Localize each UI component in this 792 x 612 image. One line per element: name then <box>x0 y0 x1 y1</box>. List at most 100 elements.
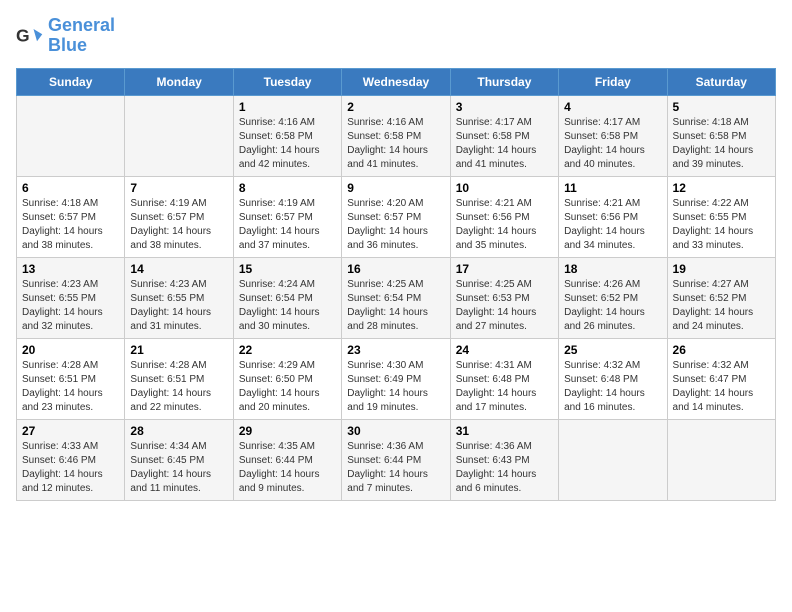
day-number: 24 <box>456 343 553 357</box>
calendar-cell <box>667 419 775 500</box>
cell-content: Sunrise: 4:30 AM Sunset: 6:49 PM Dayligh… <box>347 359 444 415</box>
day-number: 17 <box>456 262 553 276</box>
day-number: 20 <box>22 343 119 357</box>
calendar-cell: 2Sunrise: 4:16 AM Sunset: 6:58 PM Daylig… <box>342 95 450 176</box>
calendar-cell: 28 Sunrise: 4:34 AM Sunset: 6:45 PM Dayli… <box>125 419 233 500</box>
day-number: 23 <box>347 343 444 357</box>
cell-content: Sunrise: 4:18 AM Sunset: 6:57 PM Dayligh… <box>22 197 119 253</box>
cell-content: Sunrise: 4:26 AM Sunset: 6:52 PM Dayligh… <box>564 278 661 334</box>
cell-content: Sunrise: 4:19 AM Sunset: 6:57 PM Dayligh… <box>239 197 336 253</box>
day-number: 13 <box>22 262 119 276</box>
calendar-cell: 18 Sunrise: 4:26 AM Sunset: 6:52 PM Dayli… <box>559 257 667 338</box>
calendar-week-row: 1 Sunrise: 4:16 AM Sunset: 6:58 PM Daylig… <box>17 95 776 176</box>
day-number: 22 <box>239 343 336 357</box>
day-number: 4 <box>564 100 661 114</box>
cell-content: Sunrise: 4:25 AM Sunset: 6:53 PM Dayligh… <box>456 278 553 334</box>
calendar-cell: 20 Sunrise: 4:28 AM Sunset: 6:51 PM Dayli… <box>17 338 125 419</box>
cell-content: Sunrise: 4:25 AM Sunset: 6:54 PM Dayligh… <box>347 278 444 334</box>
calendar-cell: 26Sunrise: 4:32 AM Sunset: 6:47 PM Dayli… <box>667 338 775 419</box>
calendar-cell: 12Sunrise: 4:22 AM Sunset: 6:55 PM Dayli… <box>667 176 775 257</box>
day-number: 28 <box>130 424 227 438</box>
day-number: 14 <box>130 262 227 276</box>
day-number: 1 <box>239 100 336 114</box>
weekday-header-row: SundayMondayTuesdayWednesdayThursdayFrid… <box>17 68 776 95</box>
calendar-cell: 5Sunrise: 4:18 AM Sunset: 6:58 PM Daylig… <box>667 95 775 176</box>
cell-content: Sunrise: 4:29 AM Sunset: 6:50 PM Dayligh… <box>239 359 336 415</box>
calendar-cell: 22 Sunrise: 4:29 AM Sunset: 6:50 PM Dayli… <box>233 338 341 419</box>
svg-text:G: G <box>16 25 30 45</box>
calendar-cell: 1 Sunrise: 4:16 AM Sunset: 6:58 PM Daylig… <box>233 95 341 176</box>
cell-content: Sunrise: 4:28 AM Sunset: 6:51 PM Dayligh… <box>130 359 227 415</box>
cell-content: Sunrise: 4:36 AM Sunset: 6:43 PM Dayligh… <box>456 440 553 496</box>
cell-content: Sunrise: 4:19 AM Sunset: 6:57 PM Dayligh… <box>130 197 227 253</box>
calendar-cell: 27Sunrise: 4:33 AM Sunset: 6:46 PM Dayli… <box>17 419 125 500</box>
weekday-header-saturday: Saturday <box>667 68 775 95</box>
calendar-week-row: 6 Sunrise: 4:18 AM Sunset: 6:57 PM Daylig… <box>17 176 776 257</box>
logo-icon: G <box>16 22 44 50</box>
calendar-cell: 29 Sunrise: 4:35 AM Sunset: 6:44 PM Dayli… <box>233 419 341 500</box>
day-number: 18 <box>564 262 661 276</box>
day-number: 29 <box>239 424 336 438</box>
weekday-header-monday: Monday <box>125 68 233 95</box>
day-number: 3 <box>456 100 553 114</box>
day-number: 30 <box>347 424 444 438</box>
calendar-cell: 19 Sunrise: 4:27 AM Sunset: 6:52 PM Dayli… <box>667 257 775 338</box>
cell-content: Sunrise: 4:27 AM Sunset: 6:52 PM Dayligh… <box>673 278 770 334</box>
cell-content: Sunrise: 4:32 AM Sunset: 6:48 PM Dayligh… <box>564 359 661 415</box>
cell-content: Sunrise: 4:35 AM Sunset: 6:44 PM Dayligh… <box>239 440 336 496</box>
day-number: 5 <box>673 100 770 114</box>
calendar-week-row: 20 Sunrise: 4:28 AM Sunset: 6:51 PM Dayli… <box>17 338 776 419</box>
calendar-cell <box>559 419 667 500</box>
logo-text: General Blue <box>48 16 115 56</box>
weekday-header-friday: Friday <box>559 68 667 95</box>
day-number: 12 <box>673 181 770 195</box>
day-number: 11 <box>564 181 661 195</box>
day-number: 21 <box>130 343 227 357</box>
day-number: 26 <box>673 343 770 357</box>
cell-content: Sunrise: 4:23 AM Sunset: 6:55 PM Dayligh… <box>22 278 119 334</box>
logo: G General Blue <box>16 16 115 56</box>
calendar-cell: 8 Sunrise: 4:19 AM Sunset: 6:57 PM Daylig… <box>233 176 341 257</box>
calendar-cell: 11Sunrise: 4:21 AM Sunset: 6:56 PM Dayli… <box>559 176 667 257</box>
calendar-cell: 10Sunrise: 4:21 AM Sunset: 6:56 PM Dayli… <box>450 176 558 257</box>
calendar-cell: 4 Sunrise: 4:17 AM Sunset: 6:58 PM Daylig… <box>559 95 667 176</box>
calendar-cell: 24Sunrise: 4:31 AM Sunset: 6:48 PM Dayli… <box>450 338 558 419</box>
cell-content: Sunrise: 4:23 AM Sunset: 6:55 PM Dayligh… <box>130 278 227 334</box>
calendar-cell: 31 Sunrise: 4:36 AM Sunset: 6:43 PM Dayli… <box>450 419 558 500</box>
day-number: 25 <box>564 343 661 357</box>
calendar-cell: 6 Sunrise: 4:18 AM Sunset: 6:57 PM Daylig… <box>17 176 125 257</box>
cell-content: Sunrise: 4:17 AM Sunset: 6:58 PM Dayligh… <box>564 116 661 172</box>
weekday-header-tuesday: Tuesday <box>233 68 341 95</box>
day-number: 31 <box>456 424 553 438</box>
day-number: 7 <box>130 181 227 195</box>
page-header: G General Blue <box>16 16 776 56</box>
weekday-header-wednesday: Wednesday <box>342 68 450 95</box>
cell-content: Sunrise: 4:16 AM Sunset: 6:58 PM Dayligh… <box>239 116 336 172</box>
day-number: 16 <box>347 262 444 276</box>
calendar-week-row: 27Sunrise: 4:33 AM Sunset: 6:46 PM Dayli… <box>17 419 776 500</box>
calendar-cell: 3 Sunrise: 4:17 AM Sunset: 6:58 PM Daylig… <box>450 95 558 176</box>
cell-content: Sunrise: 4:20 AM Sunset: 6:57 PM Dayligh… <box>347 197 444 253</box>
day-number: 8 <box>239 181 336 195</box>
day-number: 9 <box>347 181 444 195</box>
calendar-week-row: 13 Sunrise: 4:23 AM Sunset: 6:55 PM Dayli… <box>17 257 776 338</box>
calendar-cell: 17 Sunrise: 4:25 AM Sunset: 6:53 PM Dayli… <box>450 257 558 338</box>
day-number: 19 <box>673 262 770 276</box>
day-number: 6 <box>22 181 119 195</box>
cell-content: Sunrise: 4:17 AM Sunset: 6:58 PM Dayligh… <box>456 116 553 172</box>
calendar-cell <box>17 95 125 176</box>
calendar-cell: 21 Sunrise: 4:28 AM Sunset: 6:51 PM Dayli… <box>125 338 233 419</box>
calendar-cell: 13 Sunrise: 4:23 AM Sunset: 6:55 PM Dayli… <box>17 257 125 338</box>
calendar-cell: 25 Sunrise: 4:32 AM Sunset: 6:48 PM Dayli… <box>559 338 667 419</box>
calendar-table: SundayMondayTuesdayWednesdayThursdayFrid… <box>16 68 776 501</box>
calendar-cell: 9 Sunrise: 4:20 AM Sunset: 6:57 PM Daylig… <box>342 176 450 257</box>
cell-content: Sunrise: 4:28 AM Sunset: 6:51 PM Dayligh… <box>22 359 119 415</box>
day-number: 27 <box>22 424 119 438</box>
calendar-cell: 14 Sunrise: 4:23 AM Sunset: 6:55 PM Dayli… <box>125 257 233 338</box>
day-number: 10 <box>456 181 553 195</box>
calendar-cell: 30 Sunrise: 4:36 AM Sunset: 6:44 PM Dayli… <box>342 419 450 500</box>
day-number: 15 <box>239 262 336 276</box>
cell-content: Sunrise: 4:34 AM Sunset: 6:45 PM Dayligh… <box>130 440 227 496</box>
cell-content: Sunrise: 4:16 AM Sunset: 6:58 PM Dayligh… <box>347 116 444 172</box>
cell-content: Sunrise: 4:36 AM Sunset: 6:44 PM Dayligh… <box>347 440 444 496</box>
